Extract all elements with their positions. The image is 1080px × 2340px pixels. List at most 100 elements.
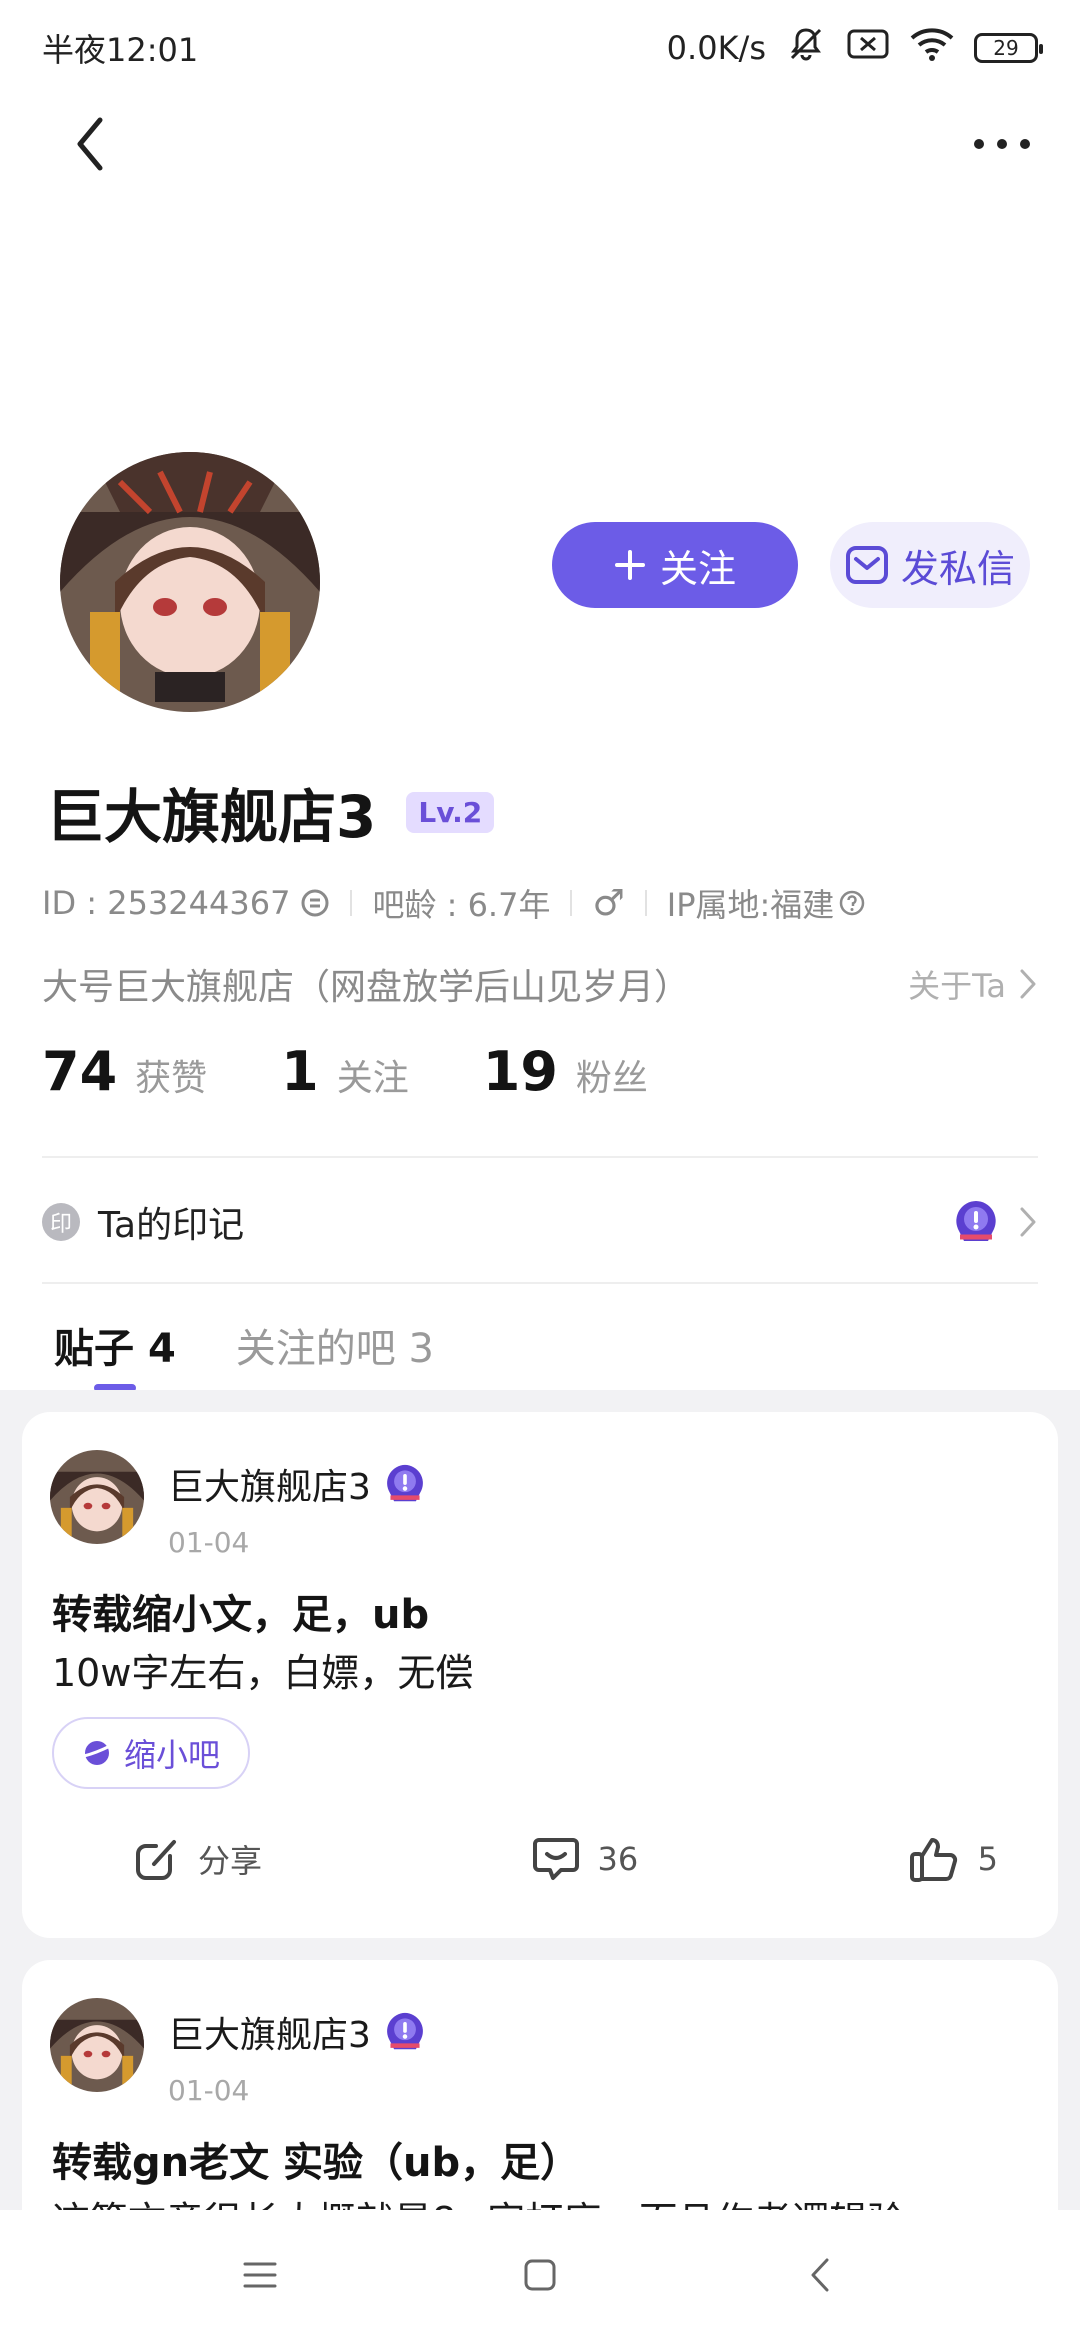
post-title[interactable]: 转载缩小文，足，ub — [52, 1582, 429, 1640]
battery-icon: 29 — [974, 33, 1043, 63]
post-feed[interactable]: 巨大旗舰店3 01-04 转载缩小文，足，ub 10w字左右，白嫖，无偿 缩小吧… — [0, 1390, 1080, 2210]
post-card[interactable]: 巨大旗舰店3 01-04 转载缩小文，足，ub 10w字左右，白嫖，无偿 缩小吧… — [22, 1412, 1058, 1938]
sim-off-icon — [846, 26, 890, 70]
post-header: 巨大旗舰店3 01-04 — [50, 1450, 425, 1559]
meta-divider — [570, 890, 573, 916]
share-button[interactable]: 分享 — [132, 1832, 262, 1886]
menu-button[interactable] — [224, 2239, 296, 2311]
post-date: 01-04 — [168, 2074, 250, 2107]
author-avatar[interactable] — [50, 1998, 144, 2092]
status-time: 半夜12:01 — [42, 31, 199, 69]
share-label: 分享 — [198, 1842, 263, 1880]
stat-value: 19 — [482, 1040, 558, 1103]
status-bar: 半夜12:01 0.0K/s 29 — [0, 0, 1080, 96]
stat-fans[interactable]: 19 粉丝 — [483, 1040, 648, 1103]
forum-tag[interactable]: 缩小吧 — [52, 1717, 251, 1789]
stat-following[interactable]: 1 关注 — [281, 1040, 409, 1103]
seal-left: 印 Ta的印记 — [42, 1196, 244, 1248]
user-id: ID : 253244367 — [42, 884, 291, 922]
stats-row: 74 获赞 1 关注 19 粉丝 — [42, 1040, 722, 1103]
tab-label: 贴子 — [54, 1326, 134, 1372]
author-name[interactable]: 巨大旗舰店3 — [168, 1458, 371, 1510]
post-body[interactable]: 10w字左右，白嫖，无偿 — [52, 1642, 473, 1697]
badge-icon — [387, 1464, 423, 1502]
seal-label: Ta的印记 — [98, 1205, 245, 1246]
author-info: 巨大旗舰店3 01-04 — [168, 1450, 425, 1559]
comment-count: 36 — [597, 1840, 639, 1878]
about-label: 关于Ta — [908, 967, 1006, 1005]
section-divider — [42, 1282, 1038, 1284]
tab-count: 3 — [408, 1326, 434, 1372]
author-name[interactable]: 巨大旗舰店3 — [168, 2006, 371, 2058]
plus-icon — [614, 550, 645, 580]
like-button[interactable]: 5 — [908, 1832, 998, 1886]
post-card[interactable]: 巨大旗舰店3 01-04 转载gn老文 实验（ub，足） 这篇文章很长大概就是8… — [22, 1960, 1058, 2210]
section-divider — [42, 1156, 1038, 1158]
message-button[interactable]: 发私信 — [830, 522, 1030, 608]
back-button[interactable] — [54, 108, 126, 180]
system-back-button[interactable] — [784, 2239, 856, 2311]
profile-avatar[interactable] — [60, 452, 320, 712]
badge-icon — [956, 1201, 996, 1241]
stat-value: 1 — [281, 1040, 319, 1103]
author-info: 巨大旗舰店3 01-04 — [168, 1998, 425, 2107]
planet-icon — [83, 1741, 111, 1765]
system-nav-bar — [0, 2210, 1080, 2340]
level-badge: Lv.2 — [406, 791, 495, 833]
author-name-row: 巨大旗舰店3 — [168, 1458, 425, 1510]
author-avatar[interactable] — [50, 1450, 144, 1544]
home-button[interactable] — [504, 2239, 576, 2311]
about-link[interactable]: 关于Ta — [908, 961, 1038, 1007]
help-icon[interactable] — [838, 889, 866, 917]
author-name-row: 巨大旗舰店3 — [168, 2006, 425, 2058]
forum-name: 缩小吧 — [124, 1736, 221, 1774]
bar-age: 吧龄 : 6.7年 — [372, 886, 551, 924]
profile-name: 巨大旗舰店3 — [46, 783, 377, 851]
mute-icon — [786, 24, 826, 72]
meta-divider — [644, 890, 647, 916]
more-button[interactable] — [966, 108, 1038, 180]
badge-icon — [387, 2012, 423, 2050]
post-header: 巨大旗舰店3 01-04 — [50, 1998, 425, 2107]
tab-followed-bars[interactable]: 关注的吧 3 — [236, 1316, 434, 1374]
chevron-right-icon — [1020, 1207, 1036, 1237]
seal-right — [954, 1199, 1038, 1245]
stat-label: 获赞 — [135, 1058, 208, 1099]
tab-posts[interactable]: 贴子 4 — [54, 1316, 176, 1392]
comment-icon — [533, 1838, 580, 1880]
tab-count: 4 — [147, 1326, 176, 1372]
bio-text: 大号巨大旗舰店（网盘放学后山见岁月） — [42, 967, 691, 1008]
copy-icon[interactable] — [300, 888, 330, 918]
follow-label: 关注 — [659, 546, 736, 591]
menu-icon — [243, 2262, 277, 2288]
share-icon — [136, 1840, 176, 1880]
tab-label: 关注的吧 — [235, 1326, 396, 1372]
post-date: 01-04 — [168, 1526, 250, 1559]
follow-button[interactable]: 关注 — [552, 522, 798, 608]
stat-value: 74 — [42, 1040, 118, 1103]
post-actions: 分享 36 5 — [22, 1832, 1058, 1886]
seal-row[interactable]: 印 Ta的印记 — [42, 1180, 1038, 1264]
status-icons: 0.0K/s 29 — [666, 24, 1043, 72]
name-row: 巨大旗舰店3 Lv.2 — [46, 770, 495, 854]
wifi-icon — [910, 26, 954, 70]
message-label: 发私信 — [900, 546, 1015, 591]
ip-location: IP属地:福建 — [666, 886, 835, 924]
comment-button[interactable]: 36 — [531, 1832, 638, 1886]
battery-level: 29 — [993, 36, 1019, 60]
stat-label: 关注 — [336, 1058, 409, 1099]
post-title[interactable]: 转载gn老文 实验（ub，足） — [52, 2130, 580, 2188]
chevron-left-icon — [77, 117, 103, 171]
thumbs-up-icon — [909, 1838, 957, 1882]
stat-label: 粉丝 — [575, 1058, 648, 1099]
back-triangle-icon — [811, 2258, 829, 2292]
stat-likes: 74 获赞 — [42, 1040, 207, 1103]
chevron-right-icon — [1020, 969, 1036, 999]
network-speed: 0.0K/s — [666, 29, 766, 67]
top-nav — [0, 96, 1080, 192]
profile-meta: ID : 253244367 吧龄 : 6.7年 ♂ IP属地:福建 — [42, 880, 866, 926]
more-dots-icon — [974, 139, 1030, 149]
post-body[interactable]: 这篇文章很长大概就是8w字打底，而且作者逻辑验 — [52, 2190, 905, 2210]
gender-icon: ♂ — [592, 882, 625, 924]
home-square-icon — [524, 2259, 556, 2291]
